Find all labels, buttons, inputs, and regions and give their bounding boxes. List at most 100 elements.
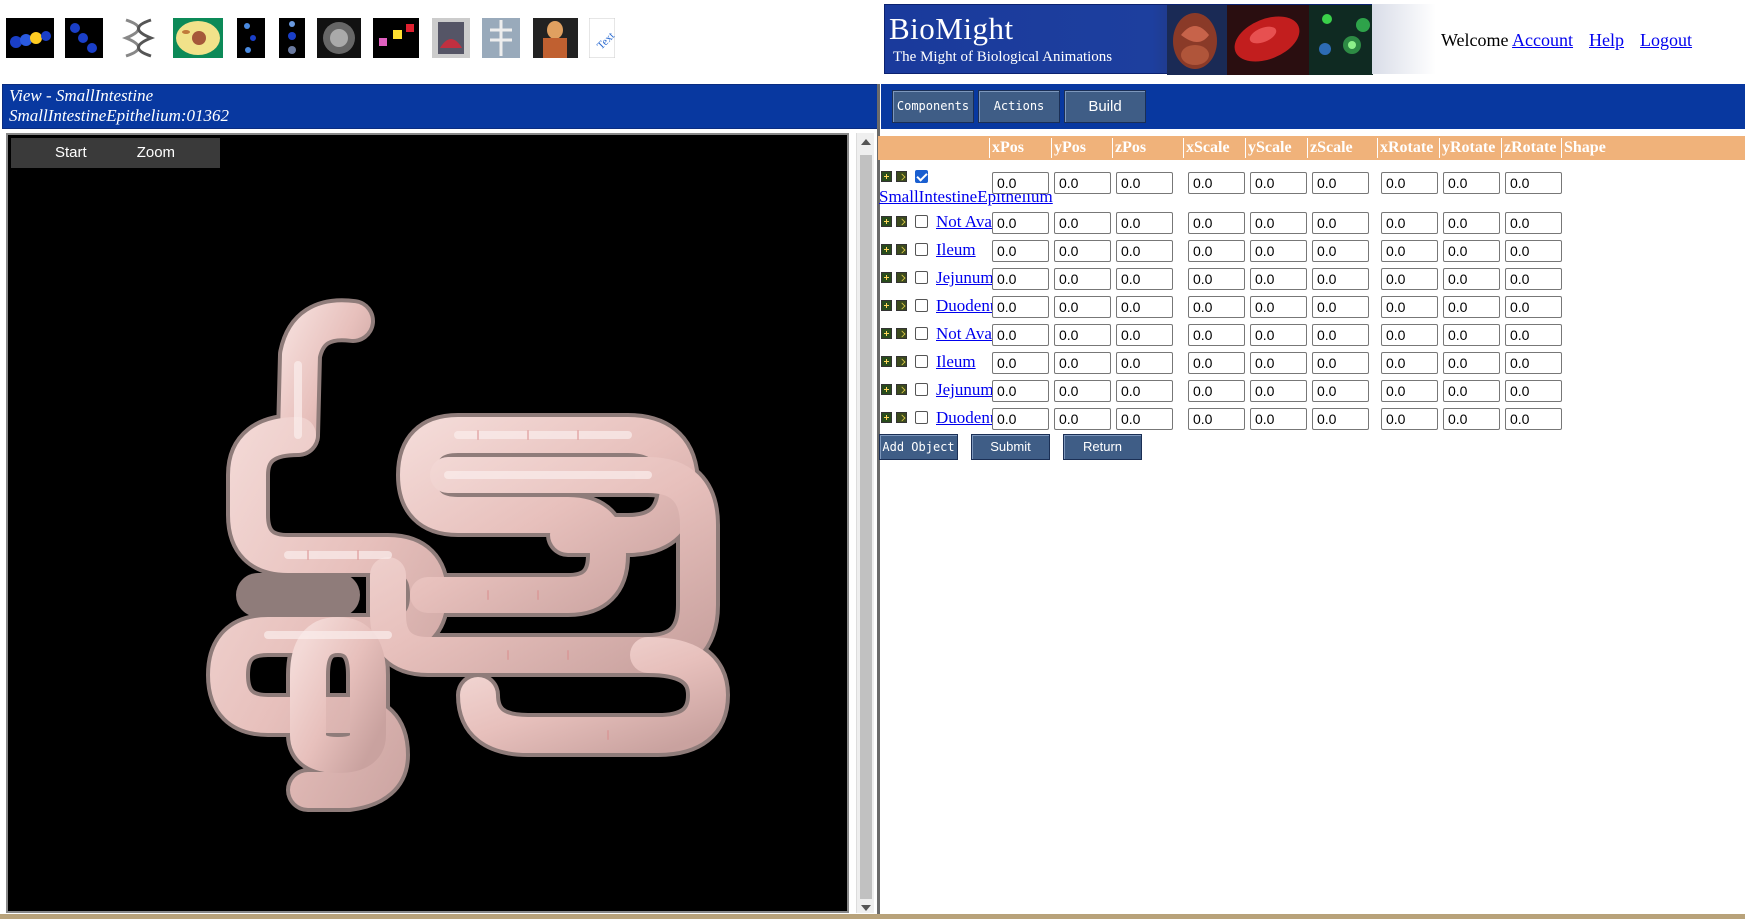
value-field[interactable] [1505,212,1562,234]
value-field[interactable] [1443,380,1500,402]
value-field[interactable] [992,268,1049,290]
chain-icon[interactable] [65,18,103,58]
account-link[interactable]: Account [1512,30,1573,50]
value-field[interactable] [1312,240,1369,262]
row-checkbox[interactable] [915,271,928,284]
value-field[interactable] [1312,212,1369,234]
value-field[interactable] [1116,240,1173,262]
value-field[interactable] [1188,352,1245,374]
value-field[interactable] [1054,352,1111,374]
value-field[interactable] [1505,380,1562,402]
value-field[interactable] [1381,268,1438,290]
dna-helix-icon[interactable] [116,18,161,58]
value-field[interactable] [1116,172,1173,194]
navigate-icon[interactable] [896,272,907,283]
row-checkbox[interactable] [915,355,928,368]
sphere-icon[interactable] [317,18,361,58]
value-field[interactable] [1505,172,1562,194]
navigate-icon[interactable] [896,244,907,255]
value-field[interactable] [992,324,1049,346]
value-field[interactable] [1054,296,1111,318]
value-field[interactable] [1250,240,1307,262]
help-link[interactable]: Help [1589,30,1624,50]
value-field[interactable] [1381,352,1438,374]
text-icon[interactable]: Text [589,18,615,58]
actions-button[interactable]: Actions [978,90,1060,123]
component-link[interactable]: Ileum [936,240,976,260]
value-field[interactable] [1188,172,1245,194]
component-link[interactable]: Ileum [936,352,976,372]
scroll-down-icon[interactable] [861,905,871,911]
value-field[interactable] [992,380,1049,402]
value-field[interactable] [1188,380,1245,402]
value-field[interactable] [1250,380,1307,402]
value-field[interactable] [1312,352,1369,374]
navigate-icon[interactable] [896,328,907,339]
value-field[interactable] [1116,352,1173,374]
navigate-icon[interactable] [896,171,907,182]
navigate-icon[interactable] [896,356,907,367]
add-object-button[interactable]: Add Object [879,434,958,460]
value-field[interactable] [1381,212,1438,234]
value-field[interactable] [1312,408,1369,430]
3d-viewer[interactable]: Start Zoom [6,133,849,913]
value-field[interactable] [1188,240,1245,262]
particles-icon[interactable] [237,18,265,58]
logout-link[interactable]: Logout [1640,30,1692,50]
value-field[interactable] [1312,380,1369,402]
value-field[interactable] [1443,268,1500,290]
value-field[interactable] [1505,324,1562,346]
value-field[interactable] [1116,380,1173,402]
row-checkbox[interactable] [915,411,928,424]
value-field[interactable] [1312,268,1369,290]
tissue-blocks-icon[interactable] [373,18,419,58]
cell-icon[interactable] [173,18,223,58]
viewer-scrollbar[interactable] [856,133,874,913]
value-field[interactable] [992,212,1049,234]
value-field[interactable] [1188,212,1245,234]
atoms-icon[interactable] [279,18,305,58]
value-field[interactable] [1505,352,1562,374]
row-checkbox[interactable] [915,170,928,183]
molecule-icon[interactable] [6,18,54,58]
value-field[interactable] [1116,268,1173,290]
value-field[interactable] [1116,296,1173,318]
navigate-icon[interactable] [896,216,907,227]
human-body-icon[interactable] [533,18,578,58]
value-field[interactable] [1381,408,1438,430]
value-field[interactable] [1381,296,1438,318]
expand-icon[interactable] [881,272,892,283]
value-field[interactable] [1505,268,1562,290]
value-field[interactable] [1054,172,1111,194]
component-link[interactable]: Jejunum [936,268,994,288]
scroll-up-icon[interactable] [861,139,871,145]
value-field[interactable] [1250,268,1307,290]
row-checkbox[interactable] [915,215,928,228]
value-field[interactable] [1116,408,1173,430]
value-field[interactable] [1250,352,1307,374]
value-field[interactable] [1250,296,1307,318]
value-field[interactable] [992,172,1049,194]
value-field[interactable] [1116,324,1173,346]
value-field[interactable] [992,408,1049,430]
row-checkbox[interactable] [915,327,928,340]
expand-icon[interactable] [881,216,892,227]
value-field[interactable] [1054,240,1111,262]
value-field[interactable] [1312,172,1369,194]
value-field[interactable] [1054,268,1111,290]
value-field[interactable] [1381,324,1438,346]
value-field[interactable] [1250,172,1307,194]
row-checkbox[interactable] [915,299,928,312]
value-field[interactable] [1188,268,1245,290]
skeleton-icon[interactable] [482,18,520,58]
value-field[interactable] [1443,240,1500,262]
navigate-icon[interactable] [896,300,907,311]
value-field[interactable] [1443,352,1500,374]
value-field[interactable] [1443,296,1500,318]
value-field[interactable] [1443,408,1500,430]
value-field[interactable] [992,240,1049,262]
value-field[interactable] [1116,212,1173,234]
value-field[interactable] [1188,296,1245,318]
value-field[interactable] [1381,240,1438,262]
expand-icon[interactable] [881,356,892,367]
